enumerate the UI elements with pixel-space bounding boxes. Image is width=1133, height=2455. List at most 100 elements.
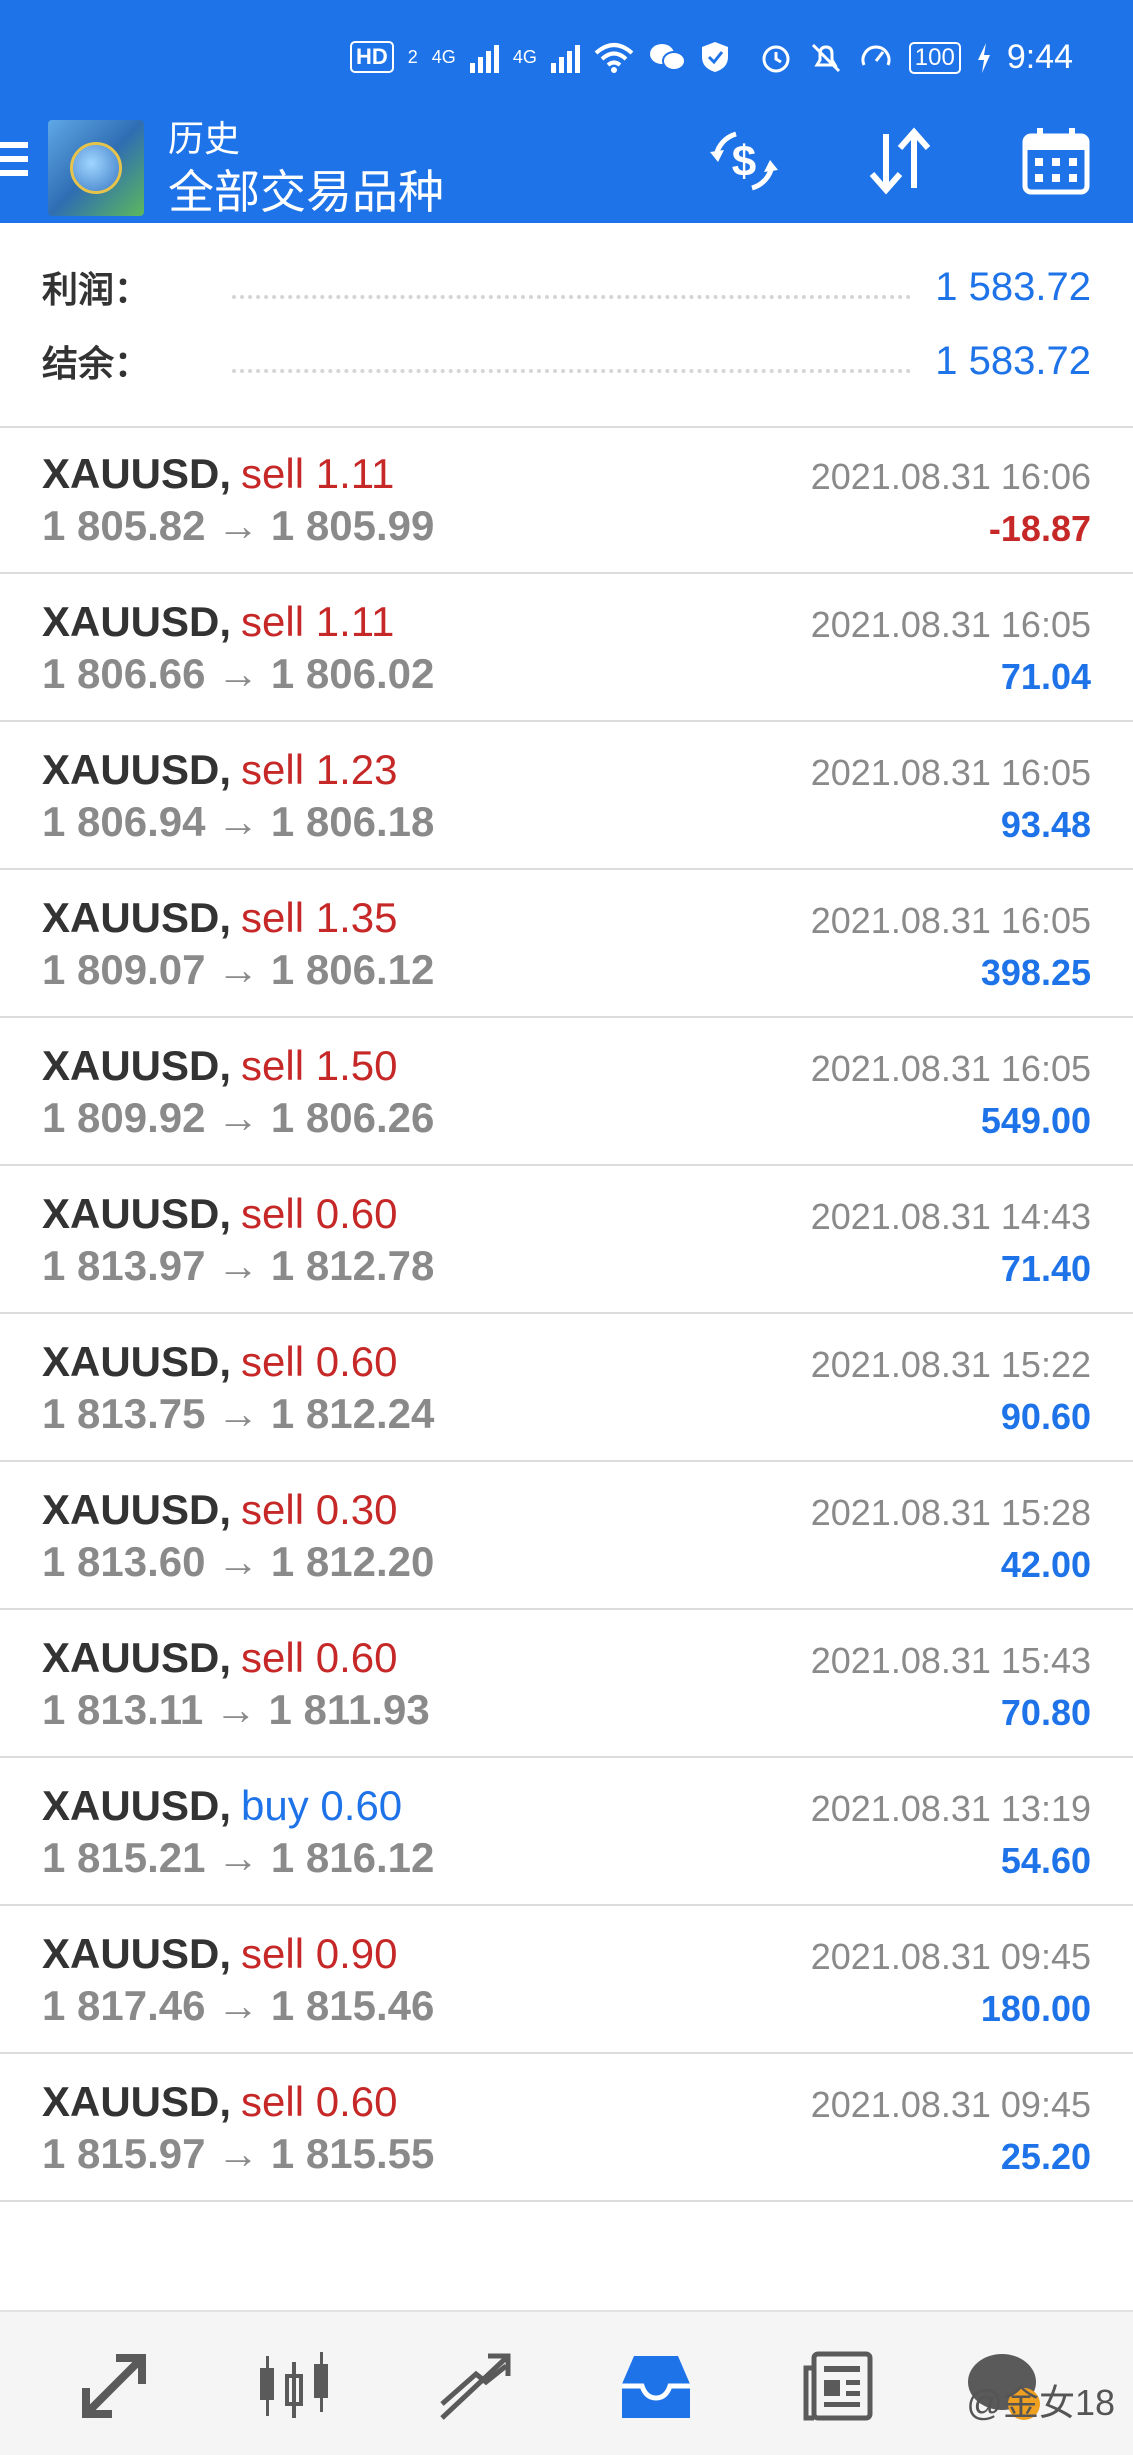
trade-header: XAUUSD, sell 0.90 — [42, 1930, 397, 1978]
trade-volume: 0.60 — [315, 2078, 398, 2125]
trade-symbol: XAUUSD — [42, 1338, 220, 1385]
wechat-icon — [649, 44, 686, 71]
trade-row[interactable]: XAUUSD, sell 0.60 1 815.97 → 1 815.55 2021.… — [0, 2056, 1133, 2202]
trade-prices: 1 806.94 → 1 806.18 — [42, 798, 434, 846]
trade-row[interactable]: XAUUSD, sell 0.60 1 813.11 → 1 811.93 2021.… — [0, 1612, 1133, 1758]
trade-side: sell — [241, 450, 305, 497]
trade-profit: 42.00 — [1000, 1544, 1091, 1585]
trade-prices: 1 815.97 → 1 815.55 — [42, 2130, 434, 2178]
trade-header: XAUUSD, sell 0.60 — [42, 2078, 397, 2126]
trade-icon[interactable] — [436, 2346, 516, 2426]
alarm-icon — [762, 45, 790, 72]
trade-volume: 1.50 — [315, 1042, 398, 1089]
balance-row: 结余： 1 583.72 — [42, 331, 1091, 391]
trade-time: 2021.08.31 15:22 — [810, 1344, 1091, 1385]
trade-open-price: 1 806.94 — [42, 798, 206, 845]
arrow-right-icon: → — [205, 2130, 271, 2177]
trade-header: XAUUSD, sell 1.11 — [42, 450, 394, 498]
trade-volume: 1.35 — [315, 894, 398, 941]
trade-side: sell — [241, 1486, 305, 1533]
trade-close-price: 1 806.12 — [270, 946, 435, 993]
trade-row[interactable]: XAUUSD, sell 1.11 1 806.66 → 1 806.02 2021.… — [0, 576, 1133, 722]
calendar-icon[interactable] — [1018, 126, 1094, 196]
trade-separator: , — [219, 1634, 232, 1681]
arrow-right-icon: → — [205, 650, 271, 697]
trade-side: sell — [241, 1042, 305, 1089]
trade-row[interactable]: XAUUSD, sell 0.60 1 813.75 → 1 812.24 2021.… — [0, 1316, 1133, 1462]
trade-time: 2021.08.31 16:05 — [810, 752, 1091, 793]
signal-icon — [469, 41, 499, 73]
summary-panel: 利润： 1 583.72 结余： 1 583.72 — [0, 223, 1133, 428]
history-icon[interactable] — [616, 2346, 696, 2426]
trade-row[interactable]: XAUUSD, buy 0.60 1 815.21 → 1 816.12 2021.0… — [0, 1760, 1133, 1906]
trade-row[interactable]: XAUUSD, sell 0.90 1 817.46 → 1 815.46 2021.… — [0, 1908, 1133, 2054]
sim-label: 2 — [407, 46, 418, 67]
trade-profit: 71.04 — [1000, 656, 1091, 697]
svg-text:$: $ — [732, 137, 756, 186]
trade-symbol: XAUUSD — [42, 746, 220, 793]
trade-side: sell — [241, 894, 305, 941]
wifi-icon — [594, 43, 634, 73]
trade-time: 2021.08.31 13:19 — [810, 1788, 1091, 1829]
trade-symbol: XAUUSD — [42, 894, 220, 941]
trade-symbol: XAUUSD — [42, 1042, 220, 1089]
trade-open-price: 1 805.82 — [42, 502, 206, 549]
trade-time: 2021.08.31 15:28 — [810, 1492, 1091, 1533]
trade-prices: 1 813.75 → 1 812.24 — [42, 1390, 434, 1438]
profit-label: 利润： — [42, 269, 151, 310]
trade-volume: 1.11 — [315, 450, 395, 497]
page-title-small: 历史 — [168, 118, 241, 159]
trade-row[interactable]: XAUUSD, sell 1.23 1 806.94 → 1 806.18 2021.… — [0, 724, 1133, 870]
trade-row[interactable]: XAUUSD, sell 1.50 1 809.92 → 1 806.26 2021.… — [0, 1020, 1133, 1166]
trade-prices: 1 817.46 → 1 815.46 — [42, 1982, 434, 2030]
trade-time: 2021.08.31 16:05 — [810, 1048, 1091, 1089]
dotted-leader — [232, 295, 912, 299]
clock: 9:44 — [1006, 38, 1073, 76]
trade-row[interactable]: XAUUSD, sell 1.35 1 809.07 → 1 806.12 2021.… — [0, 872, 1133, 1018]
trade-volume: 0.60 — [315, 1634, 398, 1681]
quotes-icon[interactable] — [74, 2346, 154, 2426]
trade-side: sell — [241, 1930, 305, 1977]
trade-close-price: 1 806.02 — [270, 650, 435, 697]
status-left: HD 2 4G 4G — [350, 40, 730, 74]
network-label: 4G — [431, 46, 456, 67]
trade-separator: , — [219, 1042, 232, 1089]
trade-row[interactable]: XAUUSD, sell 0.60 1 813.97 → 1 812.78 2021.… — [0, 1168, 1133, 1314]
trade-symbol: XAUUSD — [42, 1190, 220, 1237]
menu-icon[interactable] — [0, 142, 28, 180]
trade-profit: 90.60 — [1000, 1396, 1091, 1437]
trade-profit: 71.40 — [1000, 1248, 1091, 1289]
trade-separator: , — [219, 1930, 232, 1977]
trade-volume: 0.30 — [315, 1486, 398, 1533]
trade-close-price: 1 812.24 — [270, 1390, 435, 1437]
trade-close-price: 1 805.99 — [270, 502, 435, 549]
trade-separator: , — [219, 2078, 232, 2125]
trade-row[interactable]: XAUUSD, sell 1.11 1 805.82 → 1 805.99 2021.… — [0, 428, 1133, 574]
app-logo — [48, 120, 144, 216]
trade-profit: 93.48 — [1000, 804, 1091, 845]
trade-profit: -18.87 — [988, 508, 1091, 549]
trade-open-price: 1 817.46 — [42, 1982, 206, 2029]
trade-close-price: 1 812.20 — [270, 1538, 435, 1585]
trade-separator: , — [219, 1190, 232, 1237]
trade-row[interactable]: XAUUSD, sell 0.30 1 813.60 → 1 812.20 2021.… — [0, 1464, 1133, 1610]
charging-icon — [977, 42, 990, 73]
network-label-2: 4G — [512, 46, 537, 67]
chart-icon[interactable] — [254, 2346, 334, 2426]
trade-separator: , — [219, 598, 232, 645]
trade-profit: 180.00 — [980, 1988, 1091, 2029]
trade-separator: , — [219, 1782, 232, 1829]
arrow-right-icon: → — [205, 798, 271, 845]
trade-time: 2021.08.31 16:05 — [810, 604, 1091, 645]
news-icon[interactable] — [798, 2346, 878, 2426]
trade-header: XAUUSD, sell 0.60 — [42, 1190, 397, 1238]
trade-header: XAUUSD, sell 0.60 — [42, 1338, 397, 1386]
trade-profit: 54.60 — [1000, 1840, 1091, 1881]
trade-header: XAUUSD, sell 0.60 — [42, 1634, 397, 1682]
sort-icon[interactable] — [862, 126, 938, 196]
battery-indicator: 100 — [908, 41, 961, 74]
trade-prices: 1 806.66 → 1 806.02 — [42, 650, 434, 698]
trade-symbol: XAUUSD — [42, 1930, 220, 1977]
page-title[interactable]: 全部交易品种 — [168, 156, 444, 222]
currency-exchange-icon[interactable]: $ — [706, 126, 782, 196]
